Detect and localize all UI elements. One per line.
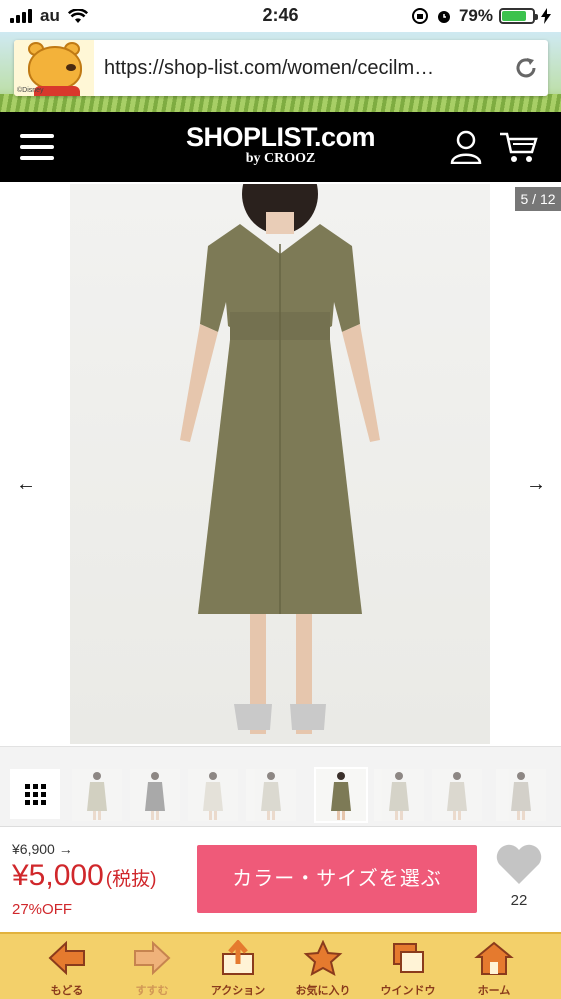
charging-icon — [541, 8, 551, 24]
sale-price: ¥5,000 (税抜) — [12, 859, 156, 893]
toolbar-label: すすむ — [135, 985, 169, 997]
select-color-size-button[interactable]: カラー・サイズを選ぶ — [197, 845, 477, 913]
user-icon[interactable] — [450, 130, 482, 164]
original-price: ¥6,900 → — [12, 841, 73, 857]
site-header: SHOPLIST.com by CROOZ — [0, 112, 561, 182]
share-icon — [222, 939, 254, 975]
image-counter: 5 / 12 — [515, 187, 561, 211]
purchase-panel: ¥6,900 → ¥5,000 (税抜) 27%OFF カラー・サイズを選ぶ 22 — [0, 826, 561, 932]
reload-icon — [516, 58, 536, 78]
thumbnail-image[interactable] — [374, 769, 424, 821]
favorite-button[interactable]: 22 — [494, 843, 544, 909]
reload-button[interactable] — [504, 55, 548, 81]
alarm-icon — [437, 11, 450, 23]
thumbnail-image[interactable] — [188, 769, 238, 821]
forward-arrow-icon — [134, 940, 171, 976]
cart-icon[interactable] — [498, 130, 540, 164]
thumbnail-image[interactable] — [246, 769, 296, 821]
toolbar-label: ウインドウ — [380, 985, 436, 997]
battery-icon — [499, 8, 538, 24]
next-image-button[interactable]: → — [524, 472, 548, 496]
home-icon — [474, 941, 514, 975]
tax-label: (税抜) — [105, 869, 157, 890]
toolbar-window-button[interactable]: ウインドウ — [368, 940, 448, 998]
address-field[interactable]: ©Disney https://shop-list.com/women/ceci… — [14, 40, 548, 96]
thumbnail-image[interactable] — [496, 769, 546, 821]
discount-badge: 27%OFF — [12, 901, 73, 918]
browser-url-bar: ©Disney https://shop-list.com/women/ceci… — [0, 32, 561, 112]
toolbar-back-button[interactable]: もどる — [27, 940, 107, 998]
product-gallery[interactable]: 5 / 12 ← → — [0, 182, 561, 746]
prev-image-button[interactable]: ← — [14, 472, 38, 496]
toolbar-label: もどる — [50, 985, 84, 997]
grid-view-button[interactable] — [10, 769, 60, 819]
thumbnail-image[interactable] — [432, 769, 482, 821]
toolbar-label: ホーム — [477, 985, 511, 997]
toolbar-forward-button[interactable]: すすむ — [112, 940, 192, 998]
disney-credit: ©Disney — [17, 87, 44, 94]
url-text[interactable]: https://shop-list.com/women/cecilm… — [94, 57, 504, 80]
sale-price-value: ¥5,000 — [12, 859, 104, 892]
favorite-count: 22 — [510, 892, 528, 909]
dress-model-image — [180, 184, 380, 734]
status-bar: au 2:46 79% — [0, 0, 561, 32]
grid-icon — [24, 783, 46, 805]
battery-percent: 79% — [458, 6, 493, 25]
windows-icon — [393, 943, 424, 973]
thumbnail-image[interactable] — [130, 769, 180, 821]
product-photo[interactable] — [70, 184, 490, 744]
thumbnail-strip — [0, 746, 561, 826]
orientation-lock-icon — [411, 8, 428, 24]
toolbar-favorites-button[interactable]: お気に入り — [283, 939, 363, 998]
thumbnail-image[interactable] — [72, 769, 122, 821]
toolbar-home-button[interactable]: ホーム — [454, 940, 534, 998]
heart-icon — [496, 844, 542, 884]
star-icon — [303, 939, 343, 976]
back-arrow-icon — [48, 940, 85, 976]
grass-decoration — [0, 94, 561, 112]
toolbar-action-button[interactable]: アクション — [198, 939, 278, 998]
toolbar-label: お気に入り — [295, 985, 351, 997]
pooh-icon: ©Disney — [14, 40, 94, 96]
browser-toolbar: もどる すすむ アクション お気に入り ウインドウ ホーム — [0, 932, 561, 999]
toolbar-label: アクション — [210, 985, 266, 997]
thumbnail-image[interactable] — [314, 767, 368, 823]
